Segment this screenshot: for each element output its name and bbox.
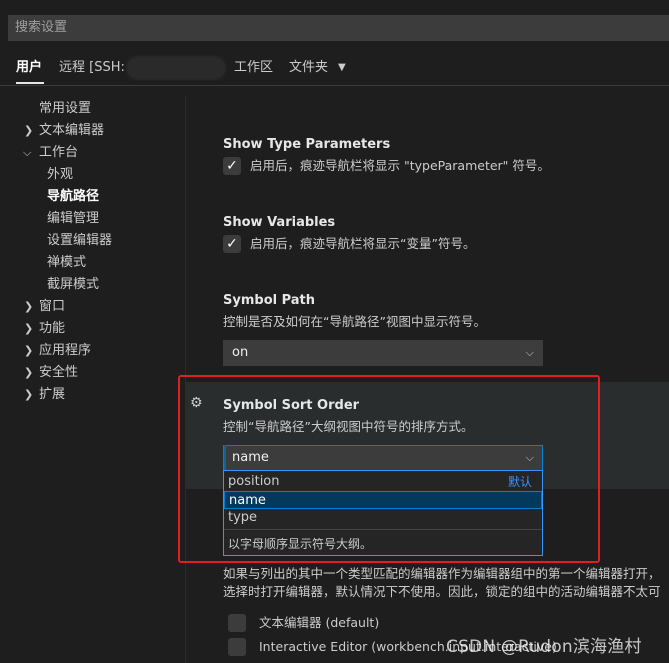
toc-item-settings-editor[interactable]: 设置编辑器 — [47, 230, 112, 252]
editor-type-label: 文本编辑器 (default) — [259, 615, 380, 630]
chevron-down-icon: ⌵ — [525, 346, 534, 359]
editor-type-checkbox[interactable] — [228, 638, 246, 656]
toc-item-workbench[interactable]: 工作台 — [39, 142, 78, 164]
toc-item-application[interactable]: 应用程序 — [39, 340, 91, 362]
redacted-host — [126, 56, 226, 80]
watermark: CSDN @Rudon滨海渔村 — [446, 637, 642, 657]
setting-title: Show Type Parameters — [223, 137, 391, 152]
toc-item-appearance[interactable]: 外观 — [47, 164, 73, 186]
chevron-right-icon[interactable]: ❯ — [24, 340, 33, 362]
setting-title: Symbol Path — [223, 293, 316, 308]
chevron-right-icon[interactable]: ❯ — [24, 362, 33, 384]
tab-remote-ssh[interactable]: 远程 [SSH: — [59, 58, 125, 78]
tab-workspace[interactable]: 工作区 — [234, 58, 273, 78]
setting-description: 启用后，痕迹导航栏将显示 "typeParameter" 符号。 — [250, 158, 550, 173]
select-value: on — [232, 345, 249, 360]
setting-description: 选择时打开编辑器，默认情况下不使用。因此，锁定的组中的活动编辑器不太可 — [223, 584, 661, 599]
toc-item-extensions[interactable]: 扩展 — [39, 384, 65, 406]
setting-title: Show Variables — [223, 215, 336, 230]
toc-item-zen-mode[interactable]: 禅模式 — [47, 252, 86, 274]
toc-item-text-editor[interactable]: 文本编辑器 — [39, 120, 104, 142]
setting-description: 启用后，痕迹导航栏将显示“变量”符号。 — [250, 236, 476, 251]
toc-item-security[interactable]: 安全性 — [39, 362, 78, 384]
tab-folder[interactable]: 文件夹 — [289, 58, 328, 78]
search-settings-input[interactable]: 搜索设置 — [8, 15, 669, 41]
setting-description: 控制是否及如何在“导航路径”视图中显示符号。 — [223, 314, 486, 329]
chevron-right-icon[interactable]: ❯ — [24, 318, 33, 340]
symbol-path-select[interactable]: on ⌵ — [223, 340, 543, 366]
editor-type-checkbox[interactable] — [228, 614, 246, 632]
toc-item-editor-management[interactable]: 编辑管理 — [47, 208, 99, 230]
show-type-params-checkbox[interactable]: ✓ — [223, 157, 241, 175]
toc-item-common[interactable]: 常用设置 — [39, 98, 91, 120]
chevron-right-icon[interactable]: ❯ — [24, 120, 33, 142]
toc-item-features[interactable]: 功能 — [39, 318, 65, 340]
annotation-highlight-box — [178, 375, 600, 563]
tab-user[interactable]: 用户 — [16, 58, 42, 78]
chevron-right-icon[interactable]: ❯ — [24, 384, 33, 406]
chevron-down-icon[interactable]: ▼ — [338, 58, 346, 78]
show-variables-checkbox[interactable]: ✓ — [223, 235, 241, 253]
tabs-divider — [0, 85, 669, 86]
toc-item-breadcrumbs[interactable]: 导航路径 — [47, 186, 99, 208]
toc-item-window[interactable]: 窗口 — [39, 296, 65, 318]
setting-description: 如果与列出的其中一个类型匹配的编辑器作为编辑器组中的第一个编辑器打开， — [223, 566, 661, 581]
active-tab-indicator — [16, 82, 44, 84]
chevron-down-icon[interactable]: ⌵ — [23, 142, 31, 164]
chevron-right-icon[interactable]: ❯ — [24, 296, 33, 318]
toc-item-screencast-mode[interactable]: 截屏模式 — [47, 274, 99, 296]
